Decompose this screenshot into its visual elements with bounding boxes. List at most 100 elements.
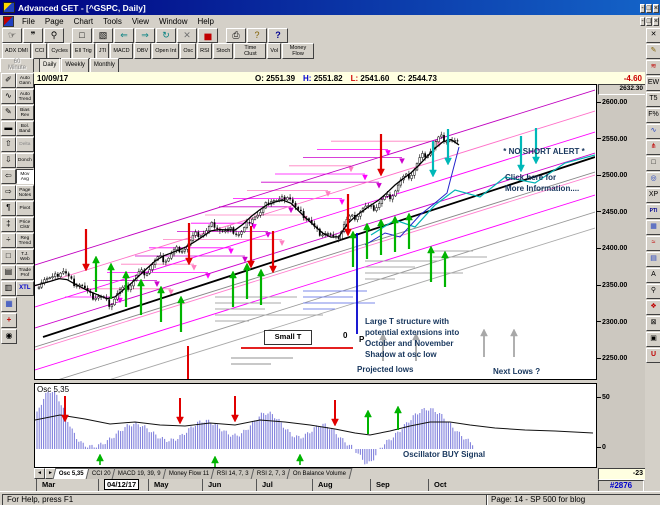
refresh-icon[interactable]: ↻ <box>156 28 176 43</box>
trendlines-icon[interactable]: ≋ <box>646 60 660 75</box>
box-tool-icon[interactable]: □ <box>646 156 660 171</box>
chart-close-button[interactable]: × <box>653 17 659 26</box>
study-open-int[interactable]: Open Int <box>152 43 179 59</box>
marker-icon[interactable]: ▬ <box>1 121 16 136</box>
mob-icon[interactable]: ▦ <box>646 220 660 235</box>
zoom-tool-icon[interactable]: ⚲ <box>646 284 660 299</box>
next-page-icon[interactable]: ⇒ <box>135 28 155 43</box>
ellipse-tool-icon[interactable]: ◎ <box>646 172 660 187</box>
study-stoch[interactable]: Stoch <box>213 43 233 59</box>
window-restore-button[interactable]: □ <box>646 4 652 13</box>
chart-restore-button[interactable]: □ <box>646 17 652 26</box>
context-help-icon[interactable]: ? <box>268 28 288 43</box>
click-here-note[interactable]: Click here for <box>505 173 556 182</box>
help-icon[interactable]: ? <box>247 28 267 43</box>
study-osc[interactable]: Osc <box>180 43 196 59</box>
chart-template-icon[interactable]: ▥ <box>1 281 16 296</box>
oscillator-panel[interactable]: Osc 5,35 Oscillator BUY Signal <box>34 383 597 468</box>
sidebar-tool-auto-trend[interactable]: Auto Trend <box>16 89 34 104</box>
chart-icon[interactable]: ▅ <box>198 28 218 43</box>
channels-icon[interactable]: ▤ <box>646 252 660 267</box>
tab-rsi-14-7-3[interactable]: RSI 14, 7, 3 <box>211 468 255 479</box>
window-close-button[interactable]: × <box>653 4 659 13</box>
elliott-icon[interactable]: EW <box>646 76 660 91</box>
paragraph-icon[interactable]: ¶ <box>1 201 16 216</box>
more-info-note[interactable]: More Information.... <box>505 184 579 193</box>
study-money-flow[interactable]: Money Flow <box>282 43 314 59</box>
timeframe-daily[interactable]: Daily <box>39 58 60 73</box>
pencil-tool-icon[interactable]: ✎ <box>646 44 660 59</box>
box-icon[interactable]: □ <box>1 249 16 264</box>
pti-icon[interactable]: PTI <box>646 204 660 219</box>
study-obv[interactable]: OBV <box>134 43 152 59</box>
text-tool-icon[interactable]: A <box>646 268 660 283</box>
shapes-icon[interactable]: ❖ <box>646 300 660 315</box>
brush-icon[interactable]: ✐ <box>1 73 16 88</box>
study-time-clust[interactable]: Time Clust <box>234 43 266 59</box>
arrow-right-icon[interactable]: ⇨ <box>1 185 16 200</box>
menu-help[interactable]: Help <box>192 17 218 26</box>
tab-macd-19-39-9[interactable]: MACD 19, 39, 9 <box>112 468 167 479</box>
timeframe-weekly[interactable]: Weekly <box>61 58 89 73</box>
sidebar-tool-bol-band[interactable]: Bol. Band <box>16 121 34 136</box>
sidebar-tool-auto-gann[interactable]: Auto Gann <box>16 73 34 88</box>
tab-scroll-left[interactable]: ◄ <box>34 468 45 479</box>
pointer-icon[interactable]: ☞ <box>2 28 22 43</box>
pencil-icon[interactable]: ✎ <box>1 105 16 120</box>
chart-minimize-button[interactable]: - <box>640 17 644 26</box>
snapshot-icon[interactable]: ◉ <box>1 329 17 344</box>
add-icon[interactable]: + <box>1 313 17 328</box>
zoom-icon[interactable]: ⚲ <box>44 28 64 43</box>
study-rsi[interactable]: RSI <box>197 43 212 59</box>
divide-icon[interactable]: ÷ <box>1 233 16 248</box>
lines-template-icon[interactable]: ▦ <box>1 297 17 312</box>
tab-rsi-2-7-3[interactable]: RSI 2, 7, 3 <box>251 468 292 479</box>
undo-icon[interactable]: U <box>646 348 660 363</box>
time-study-icon[interactable]: T5 <box>646 92 660 107</box>
new-page-icon[interactable]: □ <box>72 28 92 43</box>
prev-page-icon[interactable]: ⇐ <box>114 28 134 43</box>
tab-money-flow-11[interactable]: Money Flow 11 <box>163 468 216 479</box>
print-icon[interactable]: ⎙ <box>226 28 246 43</box>
menu-file[interactable]: File <box>17 17 40 26</box>
split-icon[interactable]: ‡ <box>1 217 16 232</box>
quote-icon[interactable]: ❞ <box>23 28 43 43</box>
trend-template-icon[interactable]: ▤ <box>1 265 16 280</box>
price-chart[interactable]: * NO SHORT ALERT * Click here for More I… <box>34 84 597 380</box>
sidebar-tool-donch[interactable]: Donch <box>16 153 34 168</box>
sidebar-tool-xtl[interactable]: XTL <box>16 281 34 296</box>
arrow-up-icon[interactable]: ⇧ <box>1 137 16 152</box>
arrow-left-icon[interactable]: ⇦ <box>1 169 16 184</box>
study-vol[interactable]: Vol <box>267 43 281 59</box>
menu-view[interactable]: View <box>127 17 154 26</box>
sidebar-tool-bias-rev[interactable]: Bias Rev <box>16 105 34 120</box>
sidebar-tool-trade-prof[interactable]: Trade Prof <box>16 265 34 280</box>
timeframe-monthly[interactable]: Monthly <box>90 58 119 73</box>
sidebar-tool-mov-avg[interactable]: Mov Avg <box>16 169 34 184</box>
erase-icon[interactable]: ⊠ <box>646 316 660 331</box>
delete-icon[interactable]: ✕ <box>177 28 197 43</box>
cursor-date: 10/09/17 <box>37 74 68 83</box>
menu-chart[interactable]: Chart <box>69 17 99 26</box>
close-tool-icon[interactable]: ✕ <box>646 28 660 43</box>
sidebar-tool-t-j-web[interactable]: T.J. Web <box>16 249 34 264</box>
page-manager-icon[interactable]: ▧ <box>93 28 113 43</box>
menu-tools[interactable]: Tools <box>98 17 127 26</box>
expansion-icon[interactable]: XP <box>646 188 660 203</box>
tab-osc-5-35[interactable]: Osc 5,35 <box>53 468 90 479</box>
sidebar-tool-reg-trend[interactable]: Reg Trend <box>16 233 34 248</box>
bands-icon[interactable]: ≈ <box>646 236 660 251</box>
arrow-down-icon[interactable]: ⇩ <box>1 153 16 168</box>
wave-icon[interactable]: ∿ <box>1 89 16 104</box>
gann-ear-icon[interactable]: ∿ <box>646 124 660 139</box>
tab-on-balance-volume[interactable]: On Balance Volume <box>287 468 353 479</box>
copy-icon[interactable]: ▣ <box>646 332 660 347</box>
menu-window[interactable]: Window <box>154 17 192 26</box>
sidebar-tool-price-clstr[interactable]: Price Clstr <box>16 217 34 232</box>
window-minimize-button[interactable]: - <box>640 4 644 13</box>
gann-fan-icon[interactable]: ⋔ <box>646 140 660 155</box>
sidebar-tool-page-notes[interactable]: Page Notes <box>16 185 34 200</box>
menu-page[interactable]: Page <box>40 17 69 26</box>
fib-icon[interactable]: F% <box>646 108 660 123</box>
sidebar-tool-pivot[interactable]: Pivot <box>16 201 34 216</box>
